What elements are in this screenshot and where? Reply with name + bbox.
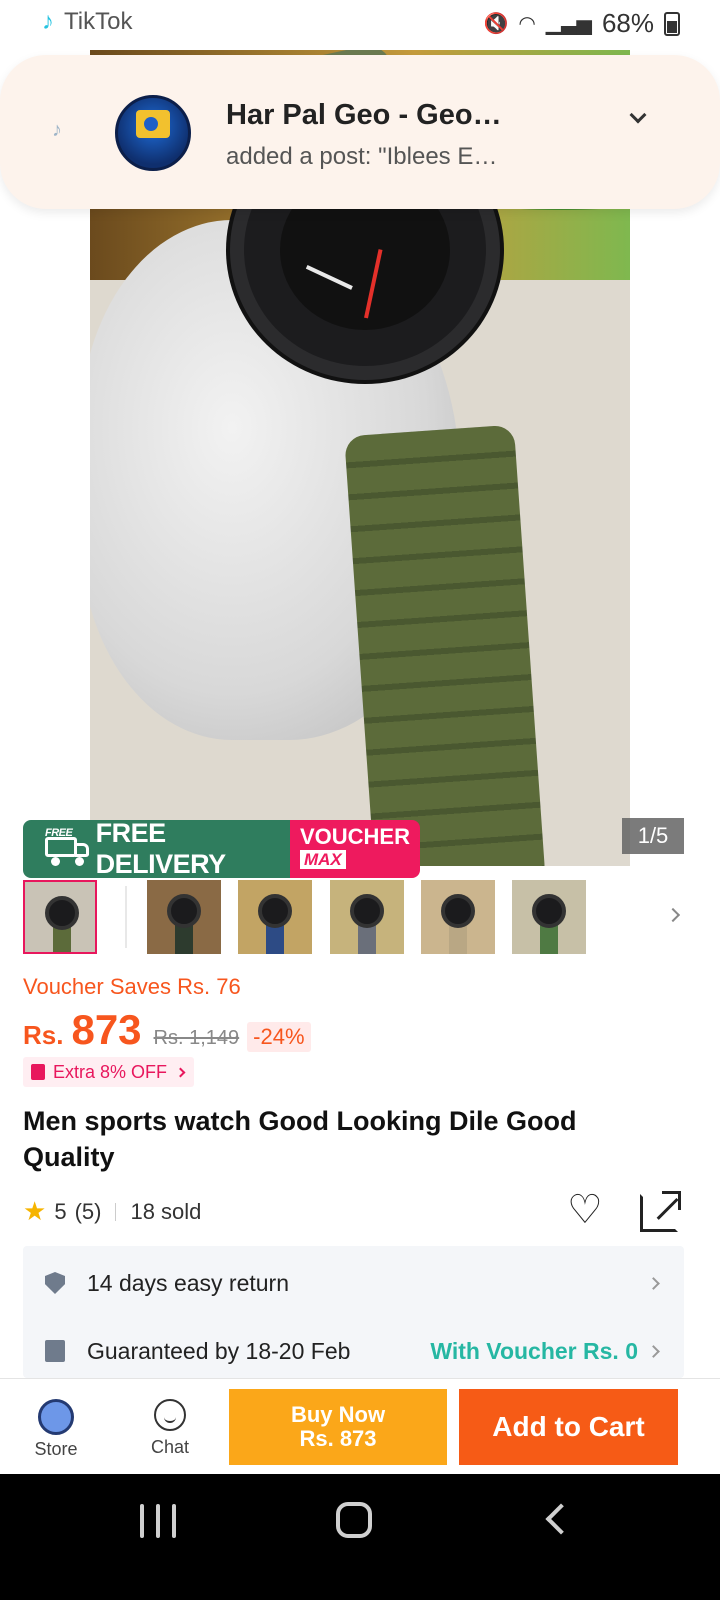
chevron-right-icon: [647, 1344, 660, 1358]
mute-icon: 🔇: [483, 13, 509, 35]
product-title: Men sports watch Good Looking Dile Good …: [23, 1106, 577, 1172]
voucher-max-badge: VOUCHER MAX: [289, 820, 420, 878]
chevron-right-icon: [647, 1276, 660, 1290]
promo-banner: FREE FREE DELIVERY VOUCHER MAX: [23, 820, 420, 878]
back-icon[interactable]: [545, 1503, 577, 1535]
chevron-right-icon: [175, 1067, 186, 1077]
voucher-label: VOUCHER: [299, 824, 410, 849]
buy-now-price: Rs. 873: [299, 1426, 377, 1451]
recent-apps-icon[interactable]: [140, 1504, 176, 1538]
coupon-icon: [31, 1064, 45, 1080]
thumbnail-2[interactable]: [147, 880, 221, 954]
store-label: Store: [34, 1439, 78, 1459]
thumbnail-1[interactable]: [23, 880, 97, 954]
rating-value: 5: [54, 1198, 67, 1224]
geo-avatar: [115, 95, 191, 171]
truck-icon: FREE: [35, 827, 89, 866]
wifi-icon: ◠: [518, 13, 536, 35]
system-nav-bar: [0, 1474, 720, 1600]
return-policy-text: 14 days easy return: [87, 1269, 290, 1296]
extra-offer-chip[interactable]: Extra 8% OFF: [23, 1057, 195, 1087]
chat-label: Chat: [150, 1437, 190, 1457]
rating-count: (5): [74, 1198, 102, 1224]
shield-check-icon: [45, 1272, 65, 1294]
wishlist-heart-icon[interactable]: ♡: [567, 1190, 603, 1230]
battery-percent: 68%: [601, 8, 654, 38]
image-counter: 1/5: [622, 818, 684, 854]
signal-icon: ▁▃▅: [545, 13, 592, 35]
thumbnail-6[interactable]: [512, 880, 586, 954]
delivery-text: Guaranteed by 18-20 Feb: [87, 1337, 351, 1364]
store-icon: [38, 1399, 74, 1435]
delivery-row[interactable]: Guaranteed by 18-20 Feb With Voucher Rs.…: [23, 1318, 684, 1384]
chat-button[interactable]: Chat: [125, 1399, 215, 1458]
thumbnail-divider: [125, 886, 127, 948]
store-button[interactable]: Store: [11, 1399, 101, 1460]
add-to-cart-label: Add to Cart: [492, 1411, 645, 1442]
battery-icon: [664, 11, 680, 36]
chevron-down-icon[interactable]: [629, 106, 647, 124]
bottom-action-bar: Store Chat Buy Now Rs. 873 Add to Cart: [0, 1378, 720, 1474]
add-to-cart-button[interactable]: Add to Cart: [459, 1389, 678, 1465]
status-app: ♪ TikTok: [42, 8, 132, 36]
home-icon[interactable]: [336, 1502, 372, 1538]
star-icon: ★: [23, 1196, 47, 1226]
thumbnail-5[interactable]: [421, 880, 495, 954]
free-delivery-label: FREE DELIVERY: [95, 820, 227, 878]
notification-banner[interactable]: ♪ Har Pal Geo - Geo… added a post: "Ible…: [0, 55, 720, 209]
thumbnail-strip: [0, 880, 720, 960]
share-icon[interactable]: [640, 1191, 681, 1232]
buy-now-label: Buy Now: [290, 1402, 386, 1427]
max-label: MAX: [299, 850, 346, 869]
thumbnail-4[interactable]: [330, 880, 404, 954]
delivery-voucher: With Voucher Rs. 0: [430, 1337, 638, 1364]
rating-divider: [115, 1202, 117, 1221]
status-right: 🔇 ◠ ▁▃▅ 68%: [483, 8, 680, 39]
return-policy-row[interactable]: 14 days easy return: [23, 1250, 684, 1316]
package-icon: [45, 1340, 65, 1362]
extra-offer-label: Extra 8% OFF: [53, 1061, 168, 1082]
original-price: Rs. 1,149: [153, 1027, 240, 1049]
price-row: Rs. 873 Rs. 1,149 -24%: [23, 1006, 311, 1054]
notification-title: Har Pal Geo - Geo…: [226, 99, 502, 131]
tiktok-icon: ♪: [42, 8, 54, 35]
buy-now-button[interactable]: Buy Now Rs. 873: [229, 1389, 447, 1465]
chat-icon: [154, 1399, 186, 1431]
chevron-right-icon[interactable]: [665, 907, 681, 923]
price-value: 873: [71, 1006, 142, 1053]
status-bar: ♪ TikTok 🔇 ◠ ▁▃▅ 68%: [0, 0, 720, 50]
sold-count: 18 sold: [130, 1198, 202, 1224]
thumbnail-3[interactable]: [238, 880, 312, 954]
tiktok-small-icon: ♪: [52, 119, 62, 141]
status-app-name: TikTok: [64, 8, 133, 35]
free-delivery-badge: FREE FREE DELIVERY: [23, 820, 290, 878]
price-currency: Rs.: [23, 1020, 64, 1050]
discount-badge: -24%: [247, 1022, 311, 1052]
voucher-saves: Voucher Saves Rs. 76: [23, 974, 241, 999]
notification-subtitle: added a post: "Iblees E…: [226, 143, 498, 170]
service-info: 14 days easy return Guaranteed by 18-20 …: [23, 1246, 684, 1378]
rating-row[interactable]: ★ 5 (5) 18 sold: [23, 1196, 201, 1227]
